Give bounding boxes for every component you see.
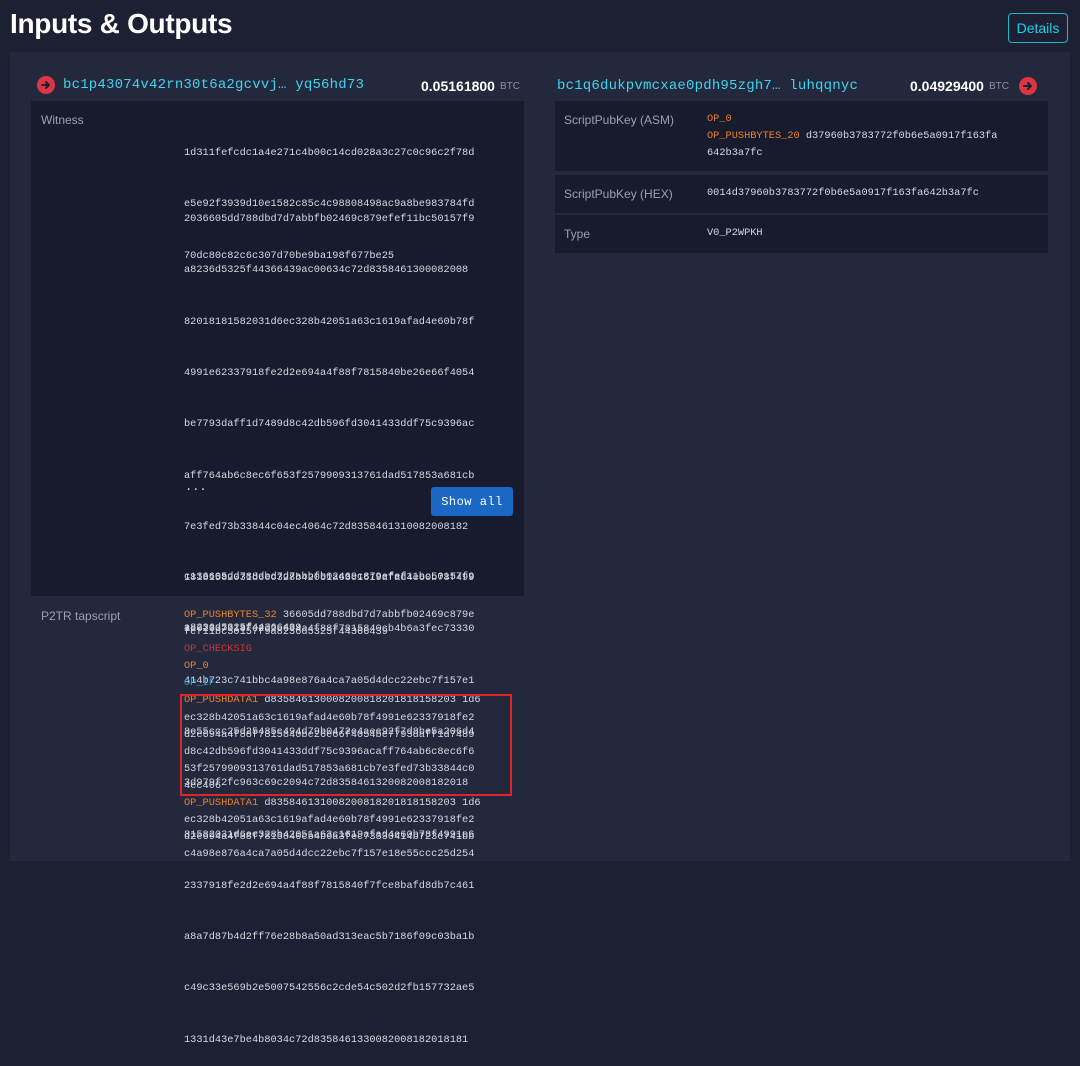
witness-line: 82018181582031d6ec328b42051a63c1619afad4… [184,315,475,328]
output-amount: 0.04929400 BTC [910,75,1037,97]
output-address-link[interactable]: bc1q6dukpvmcxae0pdh95zgh7… luhqqnyc [557,78,858,94]
script-value: d37960b3783772f0b6e5a0917f163fa [799,130,998,143]
witness-line: a8a7d87b4d2ff76e28b8a50ad313eac5b7186f09… [184,931,475,944]
scriptpubkey-hex-label: ScriptPubKey (HEX) [564,187,673,201]
witness-line: a8236d5325f44366439ac00634c72d8358461300… [184,264,469,277]
input-header: bc1p43074v42rn30t6a2gcvvj… yq56hd73 [37,74,364,96]
witness-line: aff764ab6c8ec6f653f2579909313761dad51785… [184,469,475,482]
scriptpubkey-asm-label: ScriptPubKey (ASM) [564,113,675,127]
scriptpubkey-hex-value: 0014d37960b3783772f0b6e5a0917f163fa642b3… [707,187,979,199]
script-value: ec328b42051a63c1619afad4e60b78f4991e6233… [184,814,475,827]
arrow-right-icon[interactable] [1018,77,1037,95]
arrow-right-icon[interactable] [37,76,55,94]
witness-line: 2337918fe2d2e694a4f88f7815840f7fce8bafd8… [184,879,475,892]
output-amount-unit: BTC [988,80,1009,92]
opcode: OP_IF [184,677,215,690]
opcode: OP_PUSHBYTES_20 [707,130,800,143]
opcode: OP_CHECKSIG [184,643,252,656]
tapscript-label: P2TR tapscript [41,609,121,623]
witness-line: c49c33e569b2e5007542556c2cde54c502d2fb15… [184,982,475,995]
script-value: d2e694a4f88f7815840cb4b6a3fec73330414b72… [184,831,475,844]
opcode: OP_0 [707,113,732,125]
witness-ellipsis: ... [185,480,207,494]
witness-line: 1331d43e7be4b8034c72d8358461330082008182… [184,1033,469,1046]
input-amount-unit: BTC [499,80,520,92]
script-value: 36605dd788dbd7d7abbfb02469c879e [276,609,475,621]
type-row [555,215,1048,253]
witness-line: 1d311fefcdc1a4e271c4b00c14cd028a3c27c0c9… [184,147,475,160]
script-value: d835846131008200818201818158203 1d6 [258,797,481,810]
type-label: Type [564,227,591,241]
input-address-link[interactable]: bc1p43074v42rn30t6a2gcvvj… yq56hd73 [63,77,364,93]
witness-line: 4991e62337918fe2d2e694a4f88f7815840be26e… [184,367,475,380]
highlight-box [180,694,512,796]
opcode: OP_0 [184,660,209,673]
witness-line: c136605dd788dbd7d7abbfb02469c879efef11bc… [184,571,475,584]
scriptpubkey-asm-value: OP_0 OP_PUSHBYTES_20 d37960b3783772f0b6e… [707,111,997,162]
opcode: OP_PUSHBYTES_32 [184,609,277,621]
show-all-button[interactable]: Show all [431,487,513,516]
witness-line: be7793daff1d7489d8c42db596fd3041433ddf75… [184,418,475,431]
output-header: bc1q6dukpvmcxae0pdh95zgh7… luhqqnyc [557,75,858,97]
output-amount-value: 0.04929400 [910,78,984,94]
witness-line: 7e3fed73b33844c04ec4064c72d8358461310082… [184,520,469,533]
script-value: c4a98e876a4ca7a05d4dcc22ebc7f157e18e55cc… [184,848,475,861]
input-amount-value: 0.05161800 [421,78,495,94]
script-value: fef11bc50157f9a8236d5325f44366439 [184,626,388,639]
witness-line: 2036605dd788dbd7d7abbfb02469c879efef11bc… [184,213,475,226]
input-amount: 0.05161800 BTC [421,75,520,97]
script-value: 642b3a7fc [707,147,763,160]
details-button[interactable]: Details [1008,13,1068,43]
opcode: OP_PUSHDATA1 [184,797,259,810]
type-value: V0_P2WPKH [707,227,763,239]
witness-label: Witness [41,113,84,127]
page-title: Inputs & Outputs [10,8,233,39]
